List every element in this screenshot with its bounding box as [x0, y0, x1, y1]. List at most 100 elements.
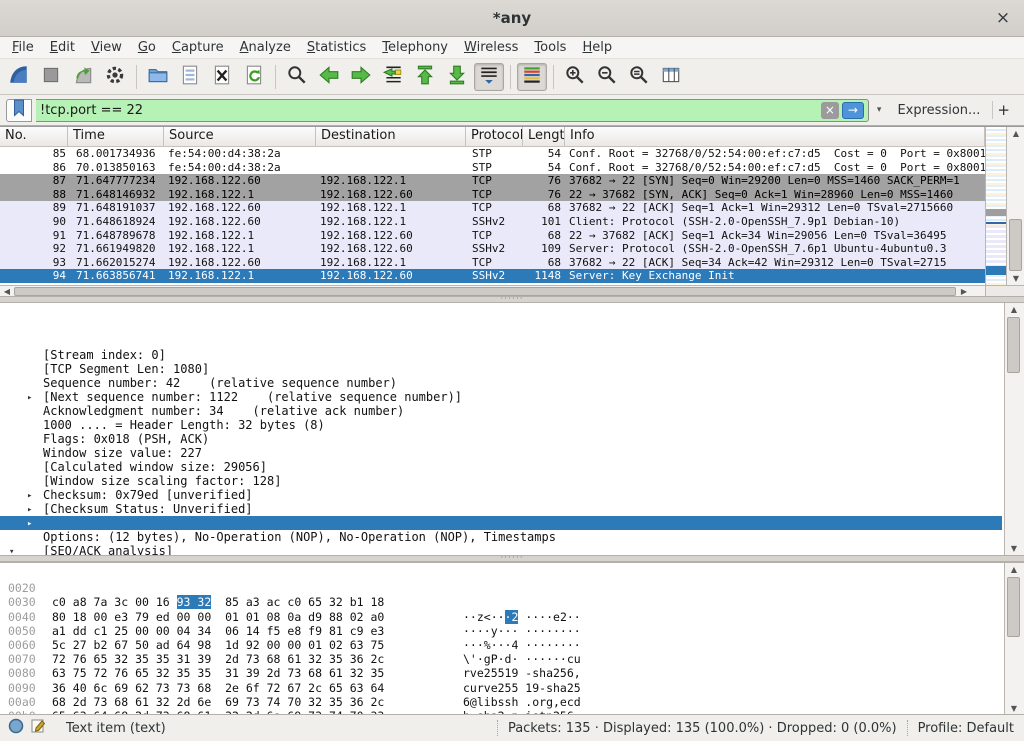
col-destination[interactable]: Destination [316, 127, 466, 146]
scroll-thumb[interactable] [14, 287, 956, 296]
col-source[interactable]: Source [164, 127, 316, 146]
detail-row[interactable]: TCP payload (1080 bytes) [0, 530, 1002, 544]
zoom-out-button[interactable] [592, 63, 622, 91]
filter-value[interactable]: !tcp.port == 22 [40, 103, 821, 118]
menu-file[interactable]: File [4, 38, 42, 57]
filter-history-dropdown-icon[interactable]: ▾ [873, 105, 886, 115]
menu-help[interactable]: Help [574, 38, 620, 57]
hex-row[interactable]: 0030 80 18 00 e3 79 ed 00 00 01 01 08 0a… [0, 581, 1002, 595]
detail-row[interactable]: [TCP Segment Len: 1080] [0, 320, 1002, 334]
filter-apply-icon[interactable]: → [842, 102, 864, 119]
filter-add-button[interactable]: + [992, 101, 1018, 119]
detail-row[interactable]: Urgent pointer: 0 [0, 474, 1002, 488]
detail-row[interactable]: [Stream index: 0] [0, 306, 1002, 320]
detail-row[interactable]: [Next sequence number: 1122 (relative se… [0, 348, 1002, 362]
detail-row[interactable]: Window size value: 227 [0, 404, 1002, 418]
filter-clear-icon[interactable]: × [821, 102, 839, 119]
hex-row[interactable]: 00b0 38 34 2c 65 63 64 68 2d 73 68 61 32… [0, 695, 1002, 709]
hex-row[interactable]: 00a0 65 63 64 68 2d 73 68 61 32 2d 6e 69… [0, 681, 1002, 695]
hex-row[interactable]: 0090 68 2d 73 68 61 32 2d 6e 69 73 74 70… [0, 666, 1002, 680]
open-file-button[interactable] [143, 63, 173, 91]
go-forward-button[interactable] [346, 63, 376, 91]
packet-row[interactable]: 91 71.648789678 192.168.122.1 192.168.12… [0, 229, 985, 243]
menu-view[interactable]: View [83, 38, 130, 57]
detail-row[interactable]: [Checksum Status: Unverified] [0, 460, 1002, 474]
resize-columns-button[interactable] [656, 63, 686, 91]
hex-row[interactable]: 0050 5c 27 b2 67 50 ad 64 98 1d 92 00 00… [0, 610, 1002, 624]
expander-icon[interactable]: ▾ [9, 545, 14, 556]
title-bar[interactable]: *any × [0, 0, 1024, 37]
close-file-button[interactable] [207, 63, 237, 91]
go-last-button[interactable] [442, 63, 472, 91]
display-filter-input[interactable]: !tcp.port == 22 × → [36, 99, 869, 122]
menu-capture[interactable]: Capture [164, 38, 232, 57]
scroll-down-icon[interactable]: ▼ [1007, 272, 1024, 285]
status-profile[interactable]: Profile: Default [918, 721, 1014, 736]
packet-list-vscrollbar[interactable]: ▲ ▼ [1006, 127, 1024, 285]
col-length[interactable]: Length [523, 127, 565, 146]
menu-statistics[interactable]: Statistics [299, 38, 374, 57]
filter-bookmark-button[interactable] [6, 99, 32, 122]
col-protocol[interactable]: Protocol [466, 127, 523, 146]
find-packet-button[interactable] [282, 63, 312, 91]
scroll-down-icon[interactable]: ▼ [1005, 542, 1023, 555]
hex-row[interactable]: 0080 36 40 6c 69 62 73 73 68 2e 6f 72 67… [0, 652, 1002, 666]
scroll-up-icon[interactable]: ▲ [1007, 127, 1024, 140]
detail-row[interactable]: ▸ Flags: 0x018 (PSH, ACK) [0, 390, 1002, 404]
capture-comment-icon[interactable] [30, 718, 46, 738]
expander-icon[interactable]: ▸ [27, 503, 32, 517]
menu-tools[interactable]: Tools [526, 38, 574, 57]
hex-row[interactable]: 0020 c0 a8 7a 3c 00 16 93 32 85 a3 ac c0… [0, 567, 1002, 581]
packet-row[interactable]: 90 71.648618924 192.168.122.60 192.168.1… [0, 215, 985, 229]
expander-icon[interactable]: ▸ [27, 517, 32, 531]
colorize-button[interactable] [517, 63, 547, 91]
menu-telephony[interactable]: Telephony [374, 38, 456, 57]
go-to-packet-button[interactable] [378, 63, 408, 91]
pane-splitter-handle[interactable]: ······ [0, 555, 1024, 562]
save-file-button[interactable] [175, 63, 205, 91]
zoom-in-button[interactable] [560, 63, 590, 91]
expert-info-icon[interactable] [8, 718, 24, 738]
details-vscrollbar[interactable]: ▲ ▼ [1004, 303, 1024, 555]
col-info[interactable]: Info [565, 127, 985, 146]
packet-row[interactable]: 89 71.648191037 192.168.122.60 192.168.1… [0, 201, 985, 215]
hex-row[interactable]: 0070 63 75 72 76 65 32 35 35 31 39 2d 73… [0, 638, 1002, 652]
menu-go[interactable]: Go [130, 38, 164, 57]
menu-wireless[interactable]: Wireless [456, 38, 526, 57]
stop-capture-button[interactable] [36, 63, 66, 91]
menu-analyze[interactable]: Analyze [232, 38, 299, 57]
packet-row[interactable]: 88 71.648146932 192.168.122.1 192.168.12… [0, 188, 985, 202]
col-time[interactable]: Time [68, 127, 164, 146]
detail-row[interactable]: [Window size scaling factor: 128] [0, 432, 1002, 446]
close-window-icon[interactable]: × [992, 7, 1014, 29]
hex-row[interactable]: 0040 a1 dd c1 25 00 00 04 34 06 14 f5 e8… [0, 595, 1002, 609]
go-first-button[interactable] [410, 63, 440, 91]
packet-row[interactable]: 86 70.013850163 fe:54:00:d4:38:2a STP 54… [0, 161, 985, 175]
scroll-thumb[interactable] [1007, 577, 1020, 637]
col-no[interactable]: No. [0, 127, 68, 146]
expander-icon[interactable]: ▸ [27, 489, 32, 503]
hex-row[interactable]: 0060 72 76 65 32 35 35 31 39 2d 73 68 61… [0, 624, 1002, 638]
packet-row[interactable]: 92 71.661949820 192.168.122.1 192.168.12… [0, 242, 985, 256]
go-back-button[interactable] [314, 63, 344, 91]
packet-row[interactable]: 93 71.662015274 192.168.122.60 192.168.1… [0, 256, 985, 270]
capture-options-button[interactable] [100, 63, 130, 91]
detail-row[interactable]: Acknowledgment number: 34 (relative ack … [0, 362, 1002, 376]
packet-row[interactable]: 94 71.663856741 192.168.122.1 192.168.12… [0, 269, 985, 283]
packet-row[interactable]: 85 68.001734936 fe:54:00:d4:38:2a STP 54… [0, 147, 985, 161]
detail-row[interactable]: Checksum: 0x79ed [unverified] [0, 446, 1002, 460]
bytes-vscrollbar[interactable]: ▲ ▼ [1004, 563, 1024, 714]
detail-row[interactable]: [Calculated window size: 29056] [0, 418, 1002, 432]
pane-splitter-handle[interactable]: ······ [0, 296, 1024, 303]
expander-icon[interactable]: ▸ [27, 391, 32, 405]
packet-row[interactable]: 87 71.647777234 192.168.122.60 192.168.1… [0, 174, 985, 188]
menu-edit[interactable]: Edit [42, 38, 83, 57]
zoom-normal-button[interactable] [624, 63, 654, 91]
detail-row[interactable]: ▸ Options: (12 bytes), No-Operation (NOP… [0, 488, 1002, 502]
reload-file-button[interactable] [239, 63, 269, 91]
scroll-up-icon[interactable]: ▲ [1005, 303, 1023, 316]
detail-row[interactable]: 1000 .... = Header Length: 32 bytes (8) [0, 376, 1002, 390]
scroll-thumb[interactable] [1007, 317, 1020, 373]
detail-row[interactable]: ▸ [SEQ/ACK analysis] [0, 502, 1002, 516]
expression-button[interactable]: Expression... [889, 103, 988, 118]
